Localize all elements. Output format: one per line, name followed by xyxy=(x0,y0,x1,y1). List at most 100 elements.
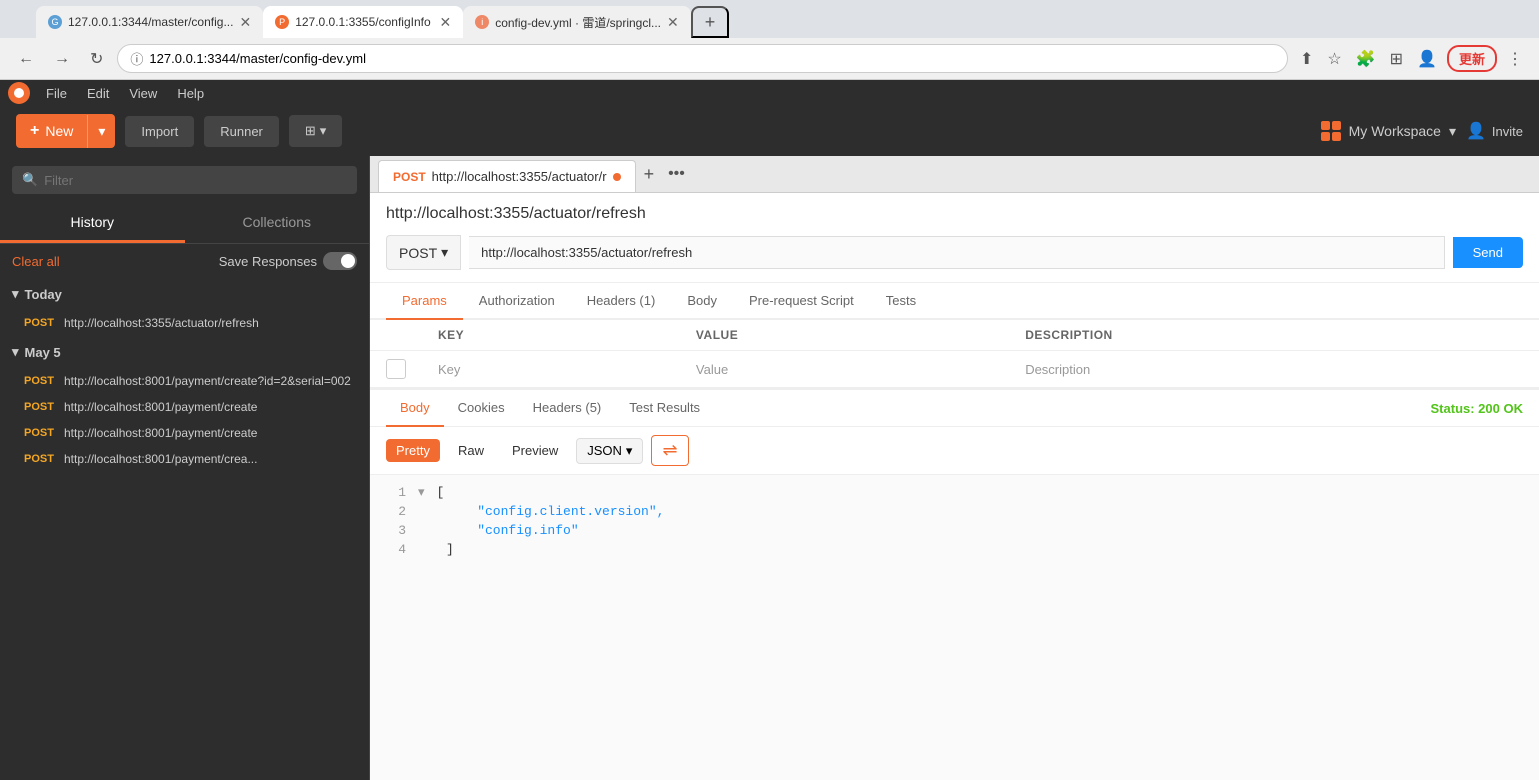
tab-close-3[interactable]: ✕ xyxy=(667,14,679,31)
tab-close-1[interactable]: ✕ xyxy=(239,14,251,31)
method-select[interactable]: POST ▾ xyxy=(386,235,461,270)
invite-button[interactable]: 👤 Invite xyxy=(1466,121,1523,141)
browser-chrome: G 127.0.0.1:3344/master/config... ✕ P 12… xyxy=(0,0,1539,80)
subtab-authorization[interactable]: Authorization xyxy=(463,283,571,320)
col-key: KEY xyxy=(422,320,680,351)
resp-tab-body[interactable]: Body xyxy=(386,390,444,427)
history-item-1[interactable]: POST http://localhost:8001/payment/creat… xyxy=(0,368,369,394)
new-label: New xyxy=(45,123,73,139)
clear-all-button[interactable]: Clear all xyxy=(12,254,60,269)
response-tabs-bar: Body Cookies Headers (5) Test Results St… xyxy=(370,390,1539,427)
tab-collections[interactable]: Collections xyxy=(185,204,370,243)
line-num-1: 1 xyxy=(386,485,406,500)
request-url-bar: http://localhost:3355/actuator/refresh P… xyxy=(370,193,1539,283)
new-button-main[interactable]: + New xyxy=(16,114,87,148)
toggle-thumb xyxy=(341,254,355,268)
format-preview[interactable]: Preview xyxy=(502,439,568,462)
history-item-0[interactable]: POST http://localhost:3355/actuator/refr… xyxy=(0,310,369,336)
tab-history[interactable]: History xyxy=(0,204,185,243)
param-value-0[interactable]: Value xyxy=(680,351,1009,388)
active-tab-method: POST xyxy=(393,170,426,184)
item-url-1: http://localhost:8001/payment/create?id=… xyxy=(64,374,351,388)
url-field[interactable] xyxy=(469,236,1444,269)
param-key-0[interactable]: Key xyxy=(422,351,680,388)
url-input[interactable] xyxy=(149,51,1275,66)
builder-button[interactable]: ⊞ ▾ xyxy=(289,115,342,147)
share-icon[interactable]: ⬆ xyxy=(1296,45,1317,73)
format-raw[interactable]: Raw xyxy=(448,439,494,462)
method-badge-4: POST xyxy=(24,452,56,465)
address-bar[interactable]: ⓘ xyxy=(117,44,1288,73)
profile-icon[interactable]: 👤 xyxy=(1413,45,1441,73)
content-type-select[interactable]: JSON ▾ xyxy=(576,438,643,464)
browser-tab-2[interactable]: P 127.0.0.1:3355/configInfo ✕ xyxy=(263,6,463,38)
resp-tab-headers[interactable]: Headers (5) xyxy=(519,390,616,427)
sidebar-content: ▾ Today POST http://localhost:3355/actua… xyxy=(0,278,369,780)
browser-toolbar: ← → ↻ ⓘ ⬆ ☆ 🧩 ⊞ 👤 更新 ⋮ xyxy=(0,38,1539,80)
menu-icon[interactable]: ⋮ xyxy=(1503,45,1527,73)
param-desc-0[interactable]: Description xyxy=(1009,351,1539,388)
param-checkbox-0[interactable] xyxy=(386,359,406,379)
forward-button[interactable]: → xyxy=(48,46,76,72)
runner-button[interactable]: Runner xyxy=(204,116,279,147)
history-item-3[interactable]: POST http://localhost:8001/payment/creat… xyxy=(0,420,369,446)
subtab-body[interactable]: Body xyxy=(671,283,733,320)
tab-close-2[interactable]: ✕ xyxy=(439,14,451,31)
subtab-headers[interactable]: Headers (1) xyxy=(571,283,672,320)
expand-icon-1[interactable]: ▾ xyxy=(418,485,425,500)
item-url-2: http://localhost:8001/payment/create xyxy=(64,400,257,414)
sidebar-filter-input[interactable] xyxy=(44,173,347,188)
menu-file[interactable]: File xyxy=(36,83,77,104)
workspace-label: My Workspace xyxy=(1349,123,1441,139)
builder-icon: ⊞ xyxy=(305,123,316,139)
history-item-2[interactable]: POST http://localhost:8001/payment/creat… xyxy=(0,394,369,420)
new-button[interactable]: + New ▾ xyxy=(16,114,115,148)
menu-help[interactable]: Help xyxy=(167,83,214,104)
history-item-4[interactable]: POST http://localhost:8001/payment/crea.… xyxy=(0,446,369,472)
invite-icon: 👤 xyxy=(1466,121,1486,141)
wrap-button[interactable]: ⇌ xyxy=(651,435,688,466)
subtab-tests[interactable]: Tests xyxy=(870,283,932,320)
bookmark-icon[interactable]: ☆ xyxy=(1323,45,1345,73)
add-tab-button[interactable]: + xyxy=(636,164,663,185)
browser-tab-1[interactable]: G 127.0.0.1:3344/master/config... ✕ xyxy=(36,6,263,38)
save-responses-toggle[interactable] xyxy=(323,252,357,270)
chevron-down-icon-2: ▾ xyxy=(12,344,19,360)
status-badge: Status: 200 OK xyxy=(1431,401,1523,416)
format-pretty[interactable]: Pretty xyxy=(386,439,440,462)
more-tabs-button[interactable]: ••• xyxy=(662,165,691,183)
browser-tab-3[interactable]: i config-dev.yml · 雷道/springcl... ✕ xyxy=(463,6,691,38)
send-button[interactable]: Send xyxy=(1453,237,1523,268)
sidebar-search-inner[interactable]: 🔍 xyxy=(12,166,357,194)
sidebar-section-may5[interactable]: ▾ May 5 xyxy=(0,336,369,368)
chevron-down-icon: ▾ xyxy=(12,286,19,302)
col-value: VALUE xyxy=(680,320,1009,351)
new-tab-button[interactable]: + xyxy=(691,6,730,38)
resp-tab-testresults[interactable]: Test Results xyxy=(615,390,714,427)
section-may5-label: May 5 xyxy=(25,345,61,360)
item-url-4: http://localhost:8001/payment/crea... xyxy=(64,452,257,466)
refresh-button[interactable]: ↻ xyxy=(84,45,109,73)
sidebar-section-today[interactable]: ▾ Today xyxy=(0,278,369,310)
back-button[interactable]: ← xyxy=(12,46,40,72)
method-badge-2: POST xyxy=(24,400,56,413)
subtab-prerequest[interactable]: Pre-request Script xyxy=(733,283,870,320)
code-line-1: 1 ▾ [ xyxy=(386,483,1523,502)
active-request-tab[interactable]: POST http://localhost:3355/actuator/r xyxy=(378,160,636,192)
col-description: DESCRIPTION xyxy=(1009,320,1539,351)
line-num-3: 3 xyxy=(386,523,406,538)
workspace-button[interactable]: My Workspace ▾ xyxy=(1321,121,1456,141)
resp-tab-cookies[interactable]: Cookies xyxy=(444,390,519,427)
menu-view[interactable]: View xyxy=(119,83,167,104)
menu-edit[interactable]: Edit xyxy=(77,83,119,104)
new-button-dropdown[interactable]: ▾ xyxy=(87,115,115,148)
grid-icon[interactable]: ⊞ xyxy=(1386,45,1407,73)
method-badge-0: POST xyxy=(24,316,56,329)
update-button[interactable]: 更新 xyxy=(1447,45,1497,72)
subtab-params[interactable]: Params xyxy=(386,283,463,320)
extension-icon[interactable]: 🧩 xyxy=(1352,45,1380,73)
tab-favicon-1: G xyxy=(48,15,62,29)
save-responses-control: Save Responses xyxy=(219,252,357,270)
import-button[interactable]: Import xyxy=(125,116,194,147)
item-url-3: http://localhost:8001/payment/create xyxy=(64,426,257,440)
